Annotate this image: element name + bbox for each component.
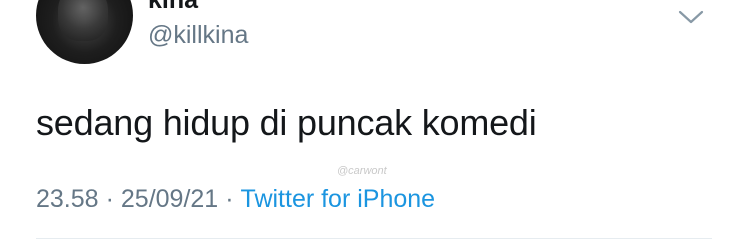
meta-separator: · — [225, 185, 234, 213]
tweet-card: kina @killkina sedang hidup di puncak ko… — [0, 0, 736, 245]
tweet-time[interactable]: 23.58 — [36, 185, 99, 213]
user-handle[interactable]: @killkina — [148, 20, 248, 50]
chevron-down-icon[interactable] — [676, 6, 706, 28]
tweet-source-link[interactable]: Twitter for iPhone — [241, 185, 436, 213]
tweet-meta: 23.58 · 25/09/21 · Twitter for iPhone — [36, 183, 435, 215]
tweet-text: sedang hidup di puncak komedi — [36, 102, 537, 143]
avatar[interactable] — [36, 0, 133, 64]
tweet-date[interactable]: 25/09/21 — [121, 185, 218, 213]
meta-separator: · — [105, 185, 114, 213]
display-name[interactable]: kina — [148, 0, 198, 14]
divider — [36, 238, 712, 239]
watermark: @carwont — [337, 165, 387, 177]
